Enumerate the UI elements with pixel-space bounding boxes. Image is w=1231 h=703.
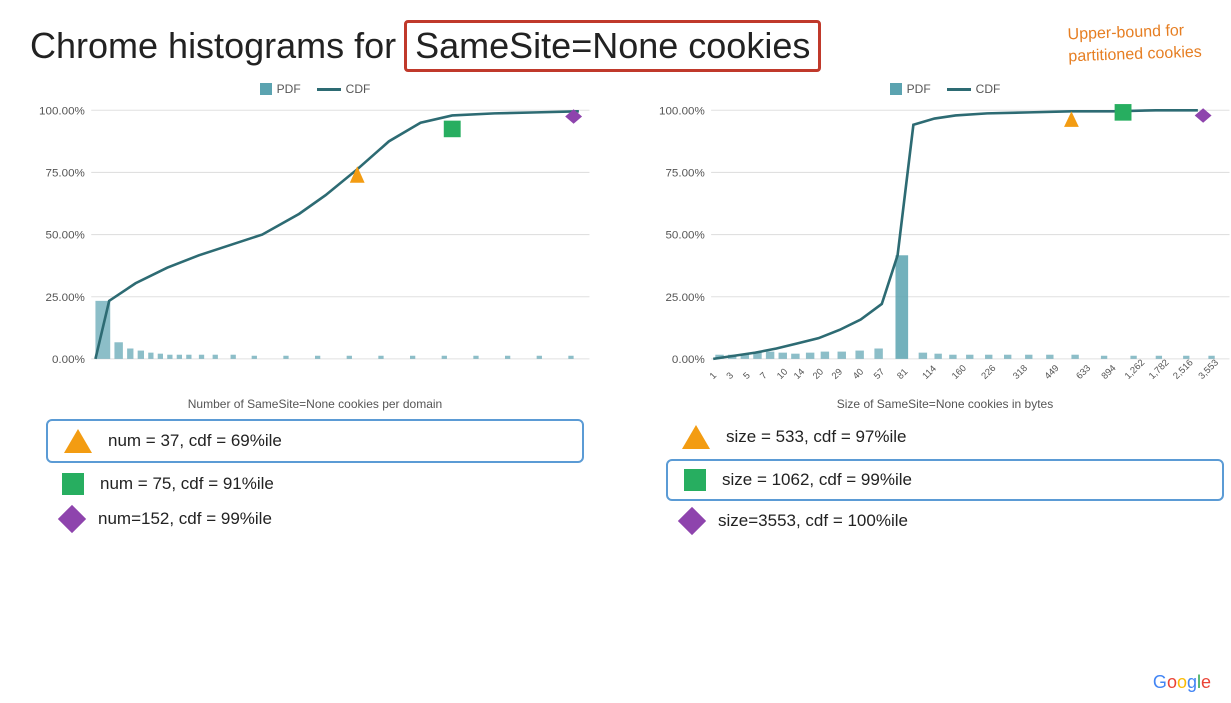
- left-annotation-label-1: num = 37, cdf = 69%ile: [108, 431, 282, 451]
- svg-text:160: 160: [949, 362, 968, 381]
- svg-text:50.00%: 50.00%: [46, 230, 85, 242]
- google-logo: Google: [1153, 672, 1211, 693]
- left-annotation-1: num = 37, cdf = 69%ile: [46, 419, 584, 463]
- right-chart-legend: PDF CDF: [650, 82, 1231, 96]
- right-cdf-legend-label: CDF: [976, 82, 1001, 96]
- left-chart-section: PDF CDF 100.00% 75.00% 50.00% 25.00% 0.0…: [30, 82, 600, 539]
- left-annotation-label-2: num = 75, cdf = 91%ile: [100, 474, 274, 494]
- left-annotation-3: num=152, cdf = 99%ile: [46, 503, 584, 535]
- charts-row: PDF CDF 100.00% 75.00% 50.00% 25.00% 0.0…: [30, 82, 1201, 539]
- pdf-legend: PDF: [260, 82, 301, 96]
- svg-text:25.00%: 25.00%: [666, 292, 705, 304]
- svg-text:40: 40: [850, 366, 865, 381]
- svg-text:2,516: 2,516: [1170, 357, 1195, 381]
- svg-text:14: 14: [791, 366, 806, 381]
- right-pdf-legend-icon: [890, 83, 902, 95]
- triangle-orange-icon-1: [64, 429, 92, 453]
- svg-text:3: 3: [724, 370, 736, 381]
- svg-text:449: 449: [1042, 362, 1061, 381]
- right-chart-svg: 100.00% 75.00% 50.00% 25.00% 0.00% 1 3 5…: [650, 102, 1231, 392]
- right-cdf-legend: CDF: [947, 82, 1001, 96]
- right-annotations: size = 533, cdf = 97%ile size = 1062, cd…: [650, 419, 1231, 537]
- svg-text:226: 226: [979, 362, 998, 381]
- cdf-legend-icon: [317, 88, 341, 91]
- right-chart-title: Size of SameSite=None cookies in bytes: [650, 397, 1231, 411]
- svg-text:57: 57: [871, 366, 886, 381]
- right-pdf-legend-label: PDF: [907, 82, 931, 96]
- left-annotation-label-3: num=152, cdf = 99%ile: [98, 509, 272, 529]
- left-annotation-2: num = 75, cdf = 91%ile: [46, 467, 584, 501]
- cdf-legend: CDF: [317, 82, 371, 96]
- svg-text:10: 10: [774, 366, 789, 381]
- triangle-orange-icon-2: [682, 425, 710, 449]
- svg-text:3,553: 3,553: [1196, 357, 1221, 381]
- left-chart-svg: 100.00% 75.00% 50.00% 25.00% 0.00%: [30, 102, 600, 392]
- right-annotation-label-2: size = 1062, cdf = 99%ile: [722, 470, 912, 490]
- svg-text:5: 5: [741, 370, 753, 381]
- right-annotation-label-3: size=3553, cdf = 100%ile: [718, 511, 908, 531]
- title-prefix: Chrome histograms for: [30, 25, 396, 67]
- right-annotation-label-1: size = 533, cdf = 97%ile: [726, 427, 907, 447]
- svg-text:75.00%: 75.00%: [666, 168, 705, 180]
- right-pdf-legend: PDF: [890, 82, 931, 96]
- left-chart-title: Number of SameSite=None cookies per doma…: [30, 397, 600, 411]
- svg-text:100.00%: 100.00%: [659, 106, 705, 118]
- svg-text:25.00%: 25.00%: [46, 292, 85, 304]
- diamond-purple-icon-1: [58, 505, 86, 533]
- svg-text:1,262: 1,262: [1122, 357, 1147, 381]
- square-green-icon-1: [62, 473, 84, 495]
- svg-text:81: 81: [894, 366, 909, 381]
- right-annotation-1: size = 533, cdf = 97%ile: [666, 419, 1224, 455]
- square-green-icon-2: [684, 469, 706, 491]
- main-title: Chrome histograms for SameSite=None cook…: [30, 20, 1201, 72]
- svg-text:318: 318: [1010, 362, 1029, 381]
- title-highlight: SameSite=None cookies: [404, 20, 821, 72]
- svg-text:1,782: 1,782: [1146, 357, 1171, 381]
- diamond-purple-icon-2: [678, 507, 706, 535]
- left-annotations: num = 37, cdf = 69%ile num = 75, cdf = 9…: [30, 419, 600, 535]
- svg-text:100.00%: 100.00%: [39, 106, 85, 118]
- svg-text:7: 7: [757, 370, 769, 381]
- right-cdf-legend-icon: [947, 88, 971, 91]
- svg-text:0.00%: 0.00%: [52, 354, 85, 366]
- svg-text:20: 20: [810, 366, 825, 381]
- svg-text:894: 894: [1099, 362, 1118, 381]
- svg-text:50.00%: 50.00%: [666, 230, 705, 242]
- svg-text:1: 1: [707, 370, 719, 381]
- pdf-legend-icon: [260, 83, 272, 95]
- svg-text:633: 633: [1073, 362, 1092, 381]
- svg-text:0.00%: 0.00%: [672, 354, 705, 366]
- annotation-text: Upper-bound for partitioned cookies: [1067, 20, 1202, 69]
- svg-text:114: 114: [920, 363, 939, 381]
- pdf-legend-label: PDF: [277, 82, 301, 96]
- right-annotation-2: size = 1062, cdf = 99%ile: [666, 459, 1224, 501]
- right-chart-section: PDF CDF 100.00% 75.00% 50.00% 25.00% 0.0…: [650, 82, 1231, 539]
- svg-text:29: 29: [829, 366, 844, 381]
- right-annotation-3: size=3553, cdf = 100%ile: [666, 505, 1224, 537]
- page-container: Chrome histograms for SameSite=None cook…: [0, 0, 1231, 703]
- svg-text:75.00%: 75.00%: [46, 168, 85, 180]
- cdf-legend-label: CDF: [346, 82, 371, 96]
- left-chart-legend: PDF CDF: [30, 82, 600, 96]
